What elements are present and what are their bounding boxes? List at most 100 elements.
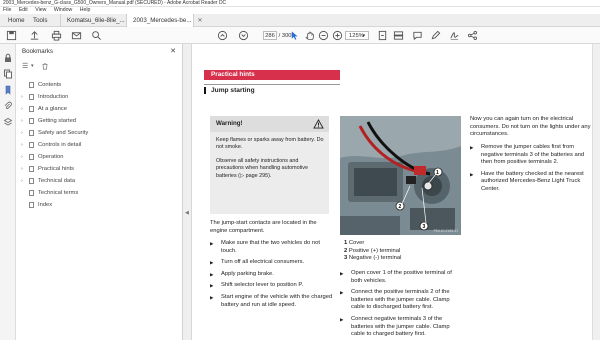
bookmark-label: Getting started — [38, 118, 77, 124]
warning-text-1: Keep flames or sparks away from battery.… — [216, 137, 324, 151]
menu-help[interactable]: Help — [80, 7, 91, 13]
highlight-pen-icon[interactable] — [430, 30, 441, 41]
fit-page-icon[interactable] — [377, 30, 388, 41]
bookmark-item[interactable]: › Getting started — [16, 115, 183, 127]
document-viewport[interactable]: Practical hints Jump starting Warning! K… — [192, 44, 592, 340]
close-panel-icon[interactable]: ✕ — [170, 47, 176, 55]
legend-item: 2 Positive (+) terminal — [344, 248, 401, 256]
search-icon[interactable] — [91, 30, 102, 41]
bookmark-item[interactable]: › At a glance — [16, 103, 183, 115]
collapse-panel-icon[interactable]: ◀ — [185, 210, 189, 216]
select-cursor-icon[interactable] — [289, 30, 300, 41]
tab-home[interactable]: Home — [8, 14, 25, 27]
zoom-select[interactable]: 125% ▼ — [345, 31, 369, 40]
bookmark-item[interactable]: › Introduction — [16, 91, 183, 103]
attachment-icon[interactable] — [3, 101, 13, 111]
menu-view[interactable]: View — [35, 7, 46, 13]
bookmark-label: Index — [38, 202, 53, 208]
vertical-scrollbar[interactable] — [592, 44, 600, 340]
legend-text: Cover — [348, 240, 365, 246]
instruction-step: Make sure that the two vehicles do not t… — [210, 240, 334, 255]
bookmark-tools: ☰ ▾ — [22, 62, 62, 72]
comment-icon[interactable] — [412, 30, 423, 41]
bookmark-label: Operation — [38, 154, 64, 160]
bookmark-page-icon — [29, 190, 34, 196]
share-icon[interactable] — [467, 30, 478, 41]
sign-icon[interactable] — [449, 30, 460, 41]
menu-edit[interactable]: Edit — [19, 7, 28, 13]
bookmark-label: Safety and Security — [38, 130, 89, 136]
left-navigation-rail — [0, 44, 16, 340]
bookmark-label: Contents — [38, 82, 62, 88]
legend-text: Negative (-) terminal — [348, 255, 402, 262]
instruction-step: Start engine of the vehicle with the cha… — [210, 294, 334, 309]
delete-bookmark-icon[interactable] — [41, 62, 49, 72]
page-thumbnails-icon[interactable] — [3, 69, 13, 79]
legend-item: 3 Negative (-) terminal — [344, 255, 401, 263]
tab-document-komatsu[interactable]: Komatsu_6lie-8lie_...✕ — [60, 14, 136, 27]
layers-icon[interactable] — [3, 117, 13, 127]
chevron-right-icon[interactable]: › — [21, 103, 23, 115]
bookmark-label: Technical terms — [38, 190, 79, 196]
bookmark-item[interactable]: Index — [16, 199, 183, 211]
divider — [204, 84, 340, 85]
hand-tool-icon[interactable] — [304, 30, 315, 41]
bookmark-page-icon — [29, 94, 34, 100]
column-3-intro: Now you can again turn on the electrical… — [470, 116, 591, 138]
bookmark-page-icon — [29, 130, 34, 136]
upload-icon[interactable] — [29, 30, 40, 41]
bookmark-page-icon — [29, 118, 34, 124]
bookmark-item[interactable]: › Controls in detail — [16, 139, 183, 151]
close-tab-icon[interactable]: ✕ — [197, 17, 202, 24]
scroll-mode-icon[interactable] — [393, 30, 404, 41]
warning-title: Warning! — [216, 120, 243, 127]
callout-3: 3 — [423, 224, 426, 230]
menu-file[interactable]: File — [3, 7, 11, 13]
bookmark-item[interactable]: Contents — [16, 79, 183, 91]
figure-code: P54.10-2183-31 — [433, 229, 458, 233]
bookmark-page-icon — [29, 178, 34, 184]
chevron-right-icon[interactable]: › — [21, 139, 23, 151]
engine-compartment-figure: 1 2 3 P54.10-2183-31 — [340, 116, 461, 235]
bookmark-label: Controls in detail — [38, 142, 82, 148]
bookmark-item[interactable]: › Technical data — [16, 175, 183, 187]
main-toolbar: 286 / 300 125% ▼ — [0, 27, 600, 44]
bookmarks-panel: Bookmarks ✕ ☰ ▾ Contents › Introduction › At… — [16, 44, 183, 340]
steps-list-3: Remove the jumper cables first from nega… — [470, 144, 592, 198]
lock-icon[interactable] — [3, 53, 13, 63]
menu-bar: File Edit View Window Help — [0, 7, 600, 14]
bookmark-item[interactable]: Technical terms — [16, 187, 183, 199]
bookmark-item[interactable]: › Safety and Security — [16, 127, 183, 139]
chevron-right-icon[interactable]: › — [21, 115, 23, 127]
pdf-page: Practical hints Jump starting Warning! K… — [192, 44, 592, 340]
bookmark-page-icon — [29, 142, 34, 148]
chevron-right-icon[interactable]: › — [21, 127, 23, 139]
tab-document-mercedes[interactable]: 2003_Mercedes-be... ✕ — [126, 14, 203, 27]
bookmark-item[interactable]: › Operation — [16, 151, 183, 163]
chevron-right-icon[interactable]: › — [21, 175, 23, 187]
zoom-out-icon[interactable] — [318, 30, 329, 41]
options-menu-icon[interactable]: ☰ — [22, 62, 28, 70]
save-icon[interactable] — [6, 30, 17, 41]
print-icon[interactable] — [51, 30, 62, 41]
tab-tools[interactable]: Tools — [33, 14, 47, 27]
bookmark-item[interactable]: › Practical hints — [16, 163, 183, 175]
chevron-right-icon[interactable]: › — [21, 91, 23, 103]
instruction-step: Shift selector lever to position P. — [210, 282, 334, 290]
zoom-in-icon[interactable] — [332, 30, 343, 41]
menu-window[interactable]: Window — [54, 7, 72, 13]
bookmark-page-icon — [29, 202, 34, 208]
chevron-down-icon[interactable]: ▾ — [31, 63, 34, 69]
instruction-step: Open cover 1 of the positive terminal of… — [340, 270, 464, 285]
page-number-input[interactable]: 286 — [263, 31, 277, 40]
next-page-icon[interactable] — [238, 30, 249, 41]
panel-splitter[interactable]: ◀ — [183, 44, 192, 340]
email-icon[interactable] — [71, 30, 82, 41]
previous-page-icon[interactable] — [217, 30, 228, 41]
chevron-right-icon[interactable]: › — [21, 151, 23, 163]
chevron-right-icon[interactable]: › — [21, 163, 23, 175]
bookmark-page-icon — [29, 154, 34, 160]
callout-1: 1 — [436, 170, 439, 176]
bookmarks-icon[interactable] — [3, 85, 13, 95]
bookmarks-list: Contents › Introduction › At a glance › Gettin… — [16, 79, 183, 211]
